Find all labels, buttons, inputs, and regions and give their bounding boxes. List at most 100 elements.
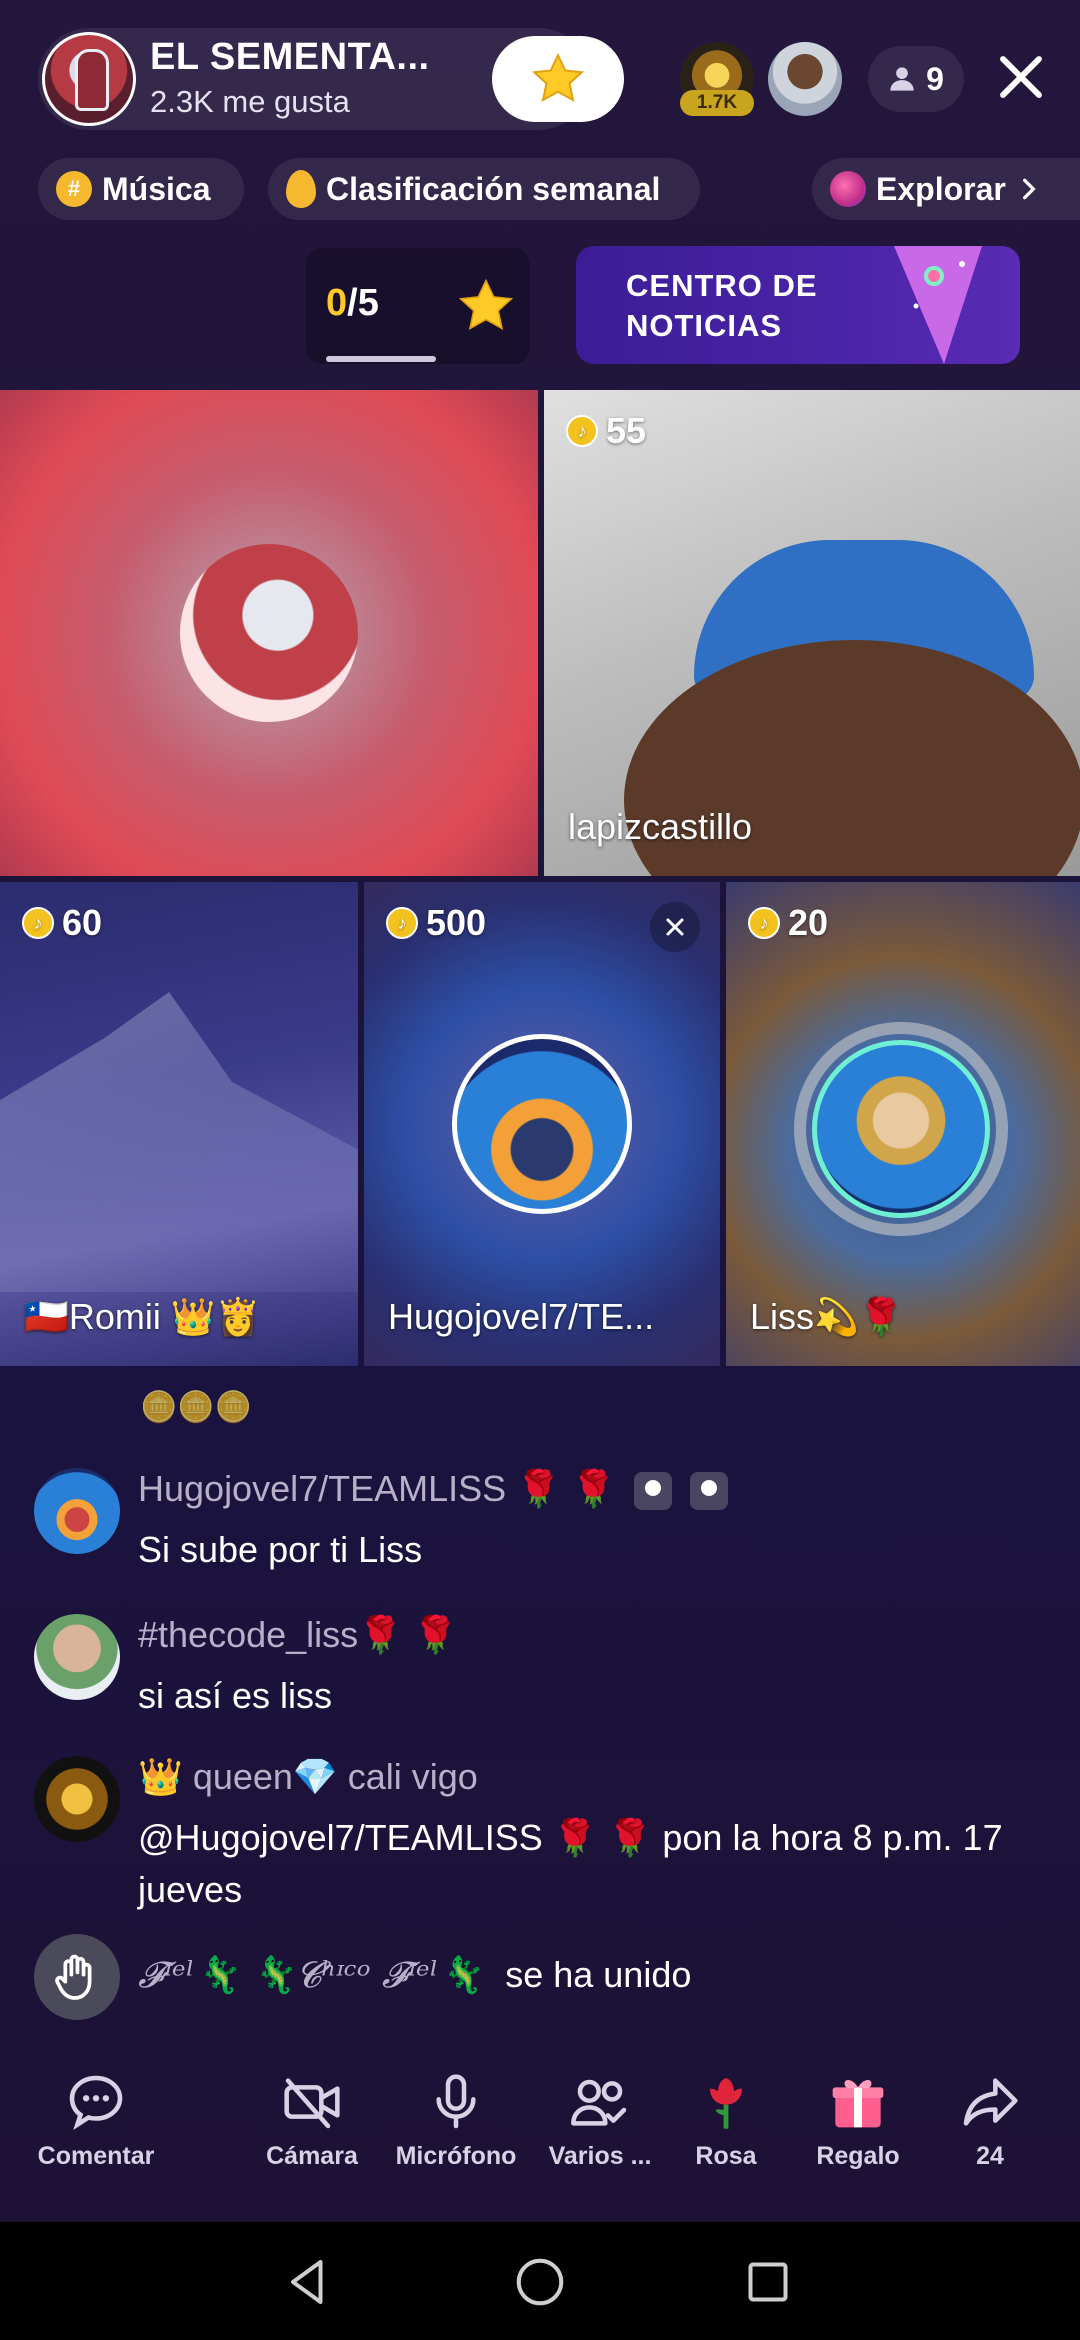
guest-name: lapizcastillo bbox=[568, 806, 753, 847]
microphone-button[interactable]: Micrófono bbox=[386, 2070, 526, 2200]
gift-label: Regalo bbox=[816, 2142, 900, 2170]
hashtag-icon: # bbox=[56, 171, 92, 207]
host-info-pill[interactable]: EL SEMENTA... 2.3K me gusta bbox=[38, 28, 624, 130]
guest-tile-host[interactable] bbox=[0, 390, 538, 876]
coin-icon: ♪ bbox=[386, 907, 418, 939]
recents-icon[interactable] bbox=[738, 2252, 798, 2312]
guest-avatar bbox=[452, 1034, 632, 1214]
goal-total: /5 bbox=[347, 282, 379, 324]
rose-label: Rosa bbox=[695, 2142, 757, 2170]
bottom-action-bar: Comentar Cámara Micrófono Varios ... Ros… bbox=[0, 2070, 1080, 2200]
coin-counter: ♪ 500 bbox=[386, 902, 486, 944]
chip-explore-label: Explorar bbox=[876, 170, 1006, 207]
coin-value: 20 bbox=[788, 902, 829, 943]
chat-faded-line: 🪙🪙🪙 bbox=[140, 1391, 253, 1424]
close-icon bbox=[666, 918, 684, 936]
friend-badge-icon bbox=[689, 1472, 728, 1511]
waving-hand-icon bbox=[55, 1954, 92, 2000]
chip-weekly-ranking[interactable]: Clasificación semanal bbox=[268, 158, 700, 220]
remove-guest-button[interactable] bbox=[650, 902, 700, 952]
guest-tile-lapizcastillo[interactable]: ♪ 55 lapizcastillo bbox=[544, 390, 1080, 876]
coin-icon: ♪ bbox=[566, 415, 598, 447]
comment-label: Comentar bbox=[37, 2142, 155, 2170]
chat-username[interactable]: #thecode_liss🌹 🌹 bbox=[138, 1614, 458, 1656]
joined-username[interactable]: 𝓕ᶦᵉˡ🦎 🦎𝓒ʰᶦᶜᵒ 𝓕ᶦᵉˡ🦎 bbox=[138, 1955, 483, 1996]
close-button[interactable] bbox=[994, 50, 1048, 104]
chip-ranking-label: Clasificación semanal bbox=[326, 170, 661, 207]
chat-username[interactable]: Hugojovel7/TEAMLISS 🌹 🌹 bbox=[138, 1468, 728, 1511]
flame-icon bbox=[286, 170, 316, 208]
joined-action: se ha unido bbox=[505, 1954, 692, 1995]
camera-off-icon bbox=[284, 2078, 340, 2129]
news-line-1: CENTRO DE bbox=[626, 268, 818, 303]
live-room-screen: EL SEMENTA... 2.3K me gusta 1.7K 9 # Mús… bbox=[0, 0, 1080, 2222]
chat-avatar[interactable] bbox=[34, 1756, 120, 1842]
guest-tile-hugojovel7[interactable]: ♪ 500 Hugojovel7/TE... bbox=[364, 882, 720, 1366]
chat-username[interactable]: 👑 queen💎 cali vigo bbox=[138, 1756, 478, 1798]
megaphone-icon bbox=[894, 246, 982, 364]
goal-progress-bar bbox=[326, 356, 436, 362]
microphone-icon bbox=[436, 2074, 476, 2129]
gift-button[interactable]: Regalo bbox=[788, 2070, 928, 2200]
coin-counter: ♪ 60 bbox=[22, 902, 102, 944]
chevron-right-icon bbox=[1022, 178, 1036, 200]
chat-username-text: Hugojovel7/TEAMLISS 🌹 🌹 bbox=[138, 1468, 616, 1509]
guest-tile-romii[interactable]: ♪ 60 🇨🇱Romii 👑👸 bbox=[0, 882, 358, 1366]
viewer-count: 9 bbox=[926, 60, 944, 97]
coin-value: 60 bbox=[62, 902, 103, 943]
person-icon bbox=[890, 67, 914, 91]
multi-guest-icon bbox=[571, 2079, 627, 2126]
coin-icon: ♪ bbox=[748, 907, 780, 939]
news-center-banner[interactable]: CENTRO DE NOTICIAS bbox=[576, 246, 1020, 364]
join-line: 𝓕ᶦᵉˡ🦎 🦎𝓒ʰᶦᶜᵒ 𝓕ᶦᵉˡ🦎 se ha unido bbox=[138, 1954, 691, 1997]
planet-icon bbox=[830, 171, 866, 207]
coin-counter: ♪ 20 bbox=[748, 902, 828, 944]
share-count: 24 bbox=[976, 2142, 1004, 2170]
microphone-label: Micrófono bbox=[395, 2142, 517, 2170]
top-gifter-avatar-2[interactable] bbox=[768, 42, 842, 116]
viewer-count-button[interactable]: 9 bbox=[868, 46, 964, 112]
favorite-button[interactable] bbox=[492, 36, 624, 122]
top-gifter-badge: 1.7K bbox=[680, 90, 754, 116]
system-navigation-bar bbox=[0, 2222, 1080, 2340]
chip-explore[interactable]: Explorar bbox=[812, 158, 1080, 220]
multi-guest-button[interactable]: Varios ... bbox=[530, 2070, 670, 2200]
header: EL SEMENTA... 2.3K me gusta 1.7K 9 bbox=[0, 0, 1080, 150]
chat-text: @Hugojovel7/TEAMLISS 🌹 🌹 pon la hora 8 p… bbox=[138, 1817, 1003, 1910]
chip-music-label: Música bbox=[102, 170, 211, 207]
camera-feed bbox=[0, 992, 358, 1292]
fan-badge-icon bbox=[633, 1472, 672, 1511]
home-icon[interactable] bbox=[510, 2252, 570, 2312]
camera-label: Cámara bbox=[266, 2142, 358, 2170]
goal-progress[interactable]: 0/5 bbox=[306, 248, 530, 364]
chip-music[interactable]: # Música bbox=[38, 158, 244, 220]
star-icon bbox=[458, 278, 514, 330]
wave-icon bbox=[34, 1934, 120, 2020]
camera-button[interactable]: Cámara bbox=[242, 2070, 382, 2200]
guest-name: Liss💫🌹 bbox=[750, 1296, 904, 1337]
coin-icon: ♪ bbox=[22, 907, 54, 939]
comment-button[interactable]: Comentar bbox=[26, 2070, 166, 2200]
rose-gift-button[interactable]: Rosa bbox=[656, 2070, 796, 2200]
news-center-text: CENTRO DE NOTICIAS bbox=[626, 266, 856, 346]
chat-text: Si sube por ti Liss bbox=[138, 1529, 423, 1570]
gift-icon bbox=[832, 2079, 884, 2128]
host-tile-avatar bbox=[180, 544, 358, 722]
star-icon bbox=[531, 52, 585, 102]
host-name: EL SEMENTA... bbox=[150, 36, 430, 78]
coin-value: 55 bbox=[606, 410, 647, 451]
goal-count: 0/5 bbox=[326, 282, 379, 325]
goal-current: 0 bbox=[326, 282, 348, 324]
share-button[interactable]: 24 bbox=[920, 2070, 1060, 2200]
guest-tile-liss[interactable]: ♪ 20 Liss💫🌹 bbox=[726, 882, 1080, 1366]
back-icon[interactable] bbox=[278, 2252, 338, 2312]
host-avatar[interactable] bbox=[42, 32, 136, 126]
multi-guest-label: Varios ... bbox=[548, 2142, 652, 2170]
chat-avatar[interactable] bbox=[34, 1614, 120, 1700]
coin-counter: ♪ 55 bbox=[566, 410, 646, 452]
chat-avatar[interactable] bbox=[34, 1468, 120, 1554]
comment-icon bbox=[69, 2075, 123, 2131]
share-icon bbox=[963, 2078, 1018, 2126]
host-likes: 2.3K me gusta bbox=[150, 84, 350, 119]
close-icon bbox=[1000, 56, 1042, 98]
